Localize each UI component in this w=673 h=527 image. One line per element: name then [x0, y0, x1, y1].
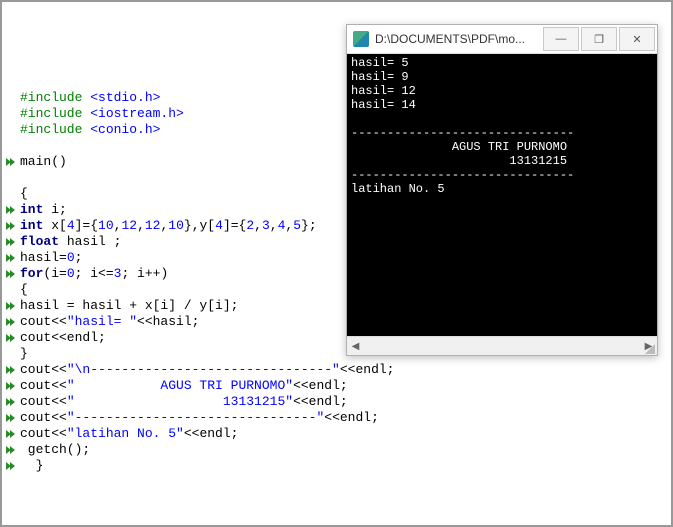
breakpoint-gutter[interactable]: [2, 365, 18, 375]
executable-line-icon: [5, 333, 15, 343]
code-text: cout<<"latihan No. 5"<<endl;: [18, 426, 238, 442]
console-output: hasil= 5 hasil= 9 hasil= 12 hasil= 14 --…: [347, 54, 657, 336]
code-text: #include <iostream.h>: [18, 106, 184, 122]
code-text: cout<<"hasil= "<<hasil;: [18, 314, 199, 330]
executable-line-icon: [5, 461, 15, 471]
console-window: D:\DOCUMENTS\PDF\mo... — ❐ ✕ hasil= 5 ha…: [346, 24, 658, 356]
code-text: getch();: [18, 442, 90, 458]
code-line[interactable]: cout<<"\n-------------------------------…: [2, 362, 671, 378]
code-text: hasil=0;: [18, 250, 82, 266]
code-line[interactable]: cout<<"-------------------------------"<…: [2, 410, 671, 426]
breakpoint-gutter[interactable]: [2, 269, 18, 279]
executable-line-icon: [5, 301, 15, 311]
breakpoint-gutter[interactable]: [2, 461, 18, 471]
breakpoint-gutter[interactable]: [2, 381, 18, 391]
code-line[interactable]: cout<<" AGUS TRI PURNOMO"<<endl;: [2, 378, 671, 394]
code-text: cout<<" 13131215"<<endl;: [18, 394, 348, 410]
code-text: int x[4]={10,12,12,10},y[4]={2,3,4,5};: [18, 218, 317, 234]
code-text: cout<<endl;: [18, 330, 106, 346]
code-text: {: [18, 186, 28, 202]
resize-grip-icon[interactable]: [643, 342, 655, 354]
breakpoint-gutter[interactable]: [2, 429, 18, 439]
maximize-button[interactable]: ❐: [581, 27, 617, 51]
close-button[interactable]: ✕: [619, 27, 655, 51]
executable-line-icon: [5, 413, 15, 423]
executable-line-icon: [5, 205, 15, 215]
executable-line-icon: [5, 429, 15, 439]
executable-line-icon: [5, 221, 15, 231]
breakpoint-gutter[interactable]: [2, 157, 18, 167]
executable-line-icon: [5, 365, 15, 375]
code-line[interactable]: getch();: [2, 442, 671, 458]
executable-line-icon: [5, 381, 15, 391]
code-line[interactable]: }: [2, 458, 671, 474]
code-line[interactable]: cout<<" 13131215"<<endl;: [2, 394, 671, 410]
scroll-left-icon[interactable]: ◀: [347, 338, 364, 355]
breakpoint-gutter[interactable]: [2, 413, 18, 423]
horizontal-scrollbar[interactable]: ◀ ▶: [347, 336, 657, 355]
code-text: int i;: [18, 202, 67, 218]
app-icon: [353, 31, 369, 47]
executable-line-icon: [5, 445, 15, 455]
code-text: #include <conio.h>: [18, 122, 160, 138]
code-text: main(): [18, 154, 67, 170]
code-text: }: [18, 458, 43, 474]
breakpoint-gutter[interactable]: [2, 221, 18, 231]
breakpoint-gutter[interactable]: [2, 253, 18, 263]
window-title: D:\DOCUMENTS\PDF\mo...: [375, 32, 543, 46]
code-line[interactable]: cout<<"latihan No. 5"<<endl;: [2, 426, 671, 442]
titlebar[interactable]: D:\DOCUMENTS\PDF\mo... — ❐ ✕: [347, 25, 657, 54]
code-text: {: [18, 282, 28, 298]
code-text: for(i=0; i<=3; i++): [18, 266, 168, 282]
breakpoint-gutter[interactable]: [2, 445, 18, 455]
executable-line-icon: [5, 397, 15, 407]
executable-line-icon: [5, 317, 15, 327]
executable-line-icon: [5, 237, 15, 247]
breakpoint-gutter[interactable]: [2, 317, 18, 327]
breakpoint-gutter[interactable]: [2, 205, 18, 215]
code-text: hasil = hasil + x[i] / y[i];: [18, 298, 238, 314]
code-text: float hasil ;: [18, 234, 121, 250]
breakpoint-gutter[interactable]: [2, 237, 18, 247]
breakpoint-gutter[interactable]: [2, 333, 18, 343]
code-text: cout<<"\n-------------------------------…: [18, 362, 394, 378]
code-text: }: [18, 346, 28, 362]
breakpoint-gutter[interactable]: [2, 397, 18, 407]
executable-line-icon: [5, 253, 15, 263]
code-text: cout<<"-------------------------------"<…: [18, 410, 379, 426]
minimize-button[interactable]: —: [543, 27, 579, 51]
code-text: cout<<" AGUS TRI PURNOMO"<<endl;: [18, 378, 348, 394]
breakpoint-gutter[interactable]: [2, 301, 18, 311]
code-text: #include <stdio.h>: [18, 90, 160, 106]
executable-line-icon: [5, 269, 15, 279]
executable-line-icon: [5, 157, 15, 167]
scroll-track[interactable]: [364, 338, 640, 355]
